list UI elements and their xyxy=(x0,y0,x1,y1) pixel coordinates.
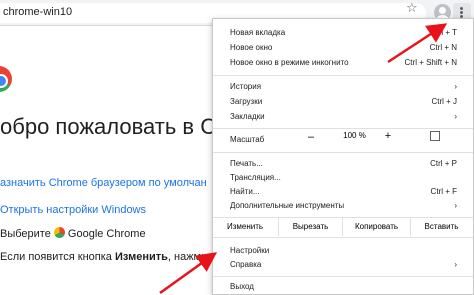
arrow-to-settings xyxy=(159,252,218,295)
annotation-arrows xyxy=(159,23,448,295)
arrow-to-menu-button xyxy=(387,23,448,64)
